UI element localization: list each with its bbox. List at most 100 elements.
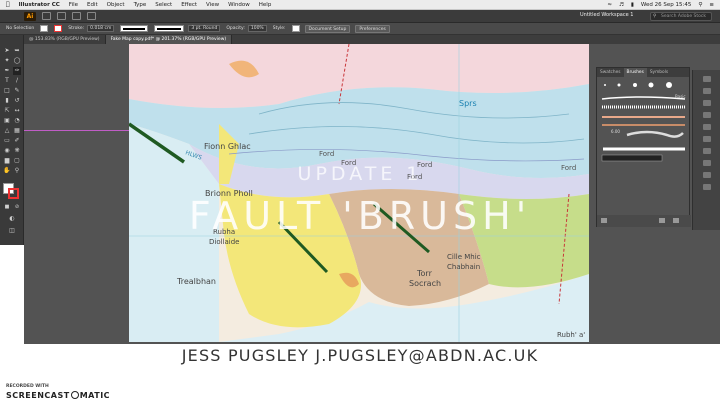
menu-type[interactable]: Type <box>134 2 147 8</box>
battery-icon[interactable]: ▮ <box>631 2 634 8</box>
arrange-documents-icon[interactable] <box>87 12 96 20</box>
stroke-label: Stroke: <box>68 26 85 31</box>
stock-search-placeholder: Search Adobe Stock <box>661 14 707 19</box>
artboard-geological-map[interactable]: Fionn Ghlac Sprs Ford Ford Ford Ford For… <box>129 44 589 342</box>
tab-fake-map[interactable]: Fake Map copy.pdf* @ 201.37% (RGB/GPU Pr… <box>105 35 233 44</box>
free-transform-tool-icon[interactable]: ▣ <box>3 117 11 125</box>
perspective-grid-tool-icon[interactable]: △ <box>3 127 11 135</box>
stroke-swatch[interactable] <box>54 25 63 32</box>
rotate-tool-icon[interactable]: ↺ <box>13 97 21 105</box>
eyedropper-tool-icon[interactable]: ✐ <box>13 137 21 145</box>
map-label-chabhain: Chabhain <box>447 263 480 271</box>
opacity-input[interactable]: 100% <box>247 25 267 32</box>
scale-tool-icon[interactable]: ⇱ <box>3 107 11 115</box>
symbol-sprayer-tool-icon[interactable]: ❋ <box>13 147 21 155</box>
stock-search-input[interactable]: ⚲ Search Adobe Stock <box>650 12 712 21</box>
lasso-tool-icon[interactable]: ◯ <box>13 57 21 65</box>
pen-tool-icon[interactable]: ✒ <box>3 67 11 75</box>
tab-brushes[interactable]: Brushes <box>623 68 647 77</box>
menu-object[interactable]: Object <box>107 2 125 8</box>
graphic-styles-panel-icon[interactable] <box>703 148 711 154</box>
map-label-rubh-a: Rubh' a' <box>557 331 585 339</box>
brush-dot-5[interactable] <box>666 82 672 88</box>
menu-help[interactable]: Help <box>259 2 272 8</box>
eraser-tool-icon[interactable]: ▮ <box>3 97 11 105</box>
brush-dot-3[interactable] <box>633 83 637 87</box>
blend-tool-icon[interactable]: ◉ <box>3 147 11 155</box>
direct-selection-tool-icon[interactable]: ➥ <box>13 47 21 55</box>
width-tool-icon[interactable]: ↔ <box>13 107 21 115</box>
brush-dropdown[interactable]: 3 pt. Round <box>188 25 221 32</box>
document-setup-button[interactable]: Document Setup <box>304 24 351 33</box>
tab-document-1[interactable]: @ 153.83% (RGB/GPU Preview) <box>24 35 106 44</box>
stroke-weight-input[interactable]: 0.018 cm <box>87 25 115 32</box>
brush-stroke-1[interactable] <box>601 96 686 100</box>
gradient-tool-icon[interactable]: ▭ <box>3 137 11 145</box>
map-label-sprs: Sprs <box>459 99 477 108</box>
panel-tabs: Swatches Brushes Symbols <box>597 68 689 77</box>
preferences-button[interactable]: Preferences <box>355 24 390 33</box>
brush-selected[interactable] <box>601 154 663 162</box>
shape-builder-tool-icon[interactable]: ◔ <box>13 117 21 125</box>
mesh-tool-icon[interactable]: ▦ <box>13 127 21 135</box>
color-panel-icon[interactable] <box>703 76 711 82</box>
wifi-icon[interactable]: ≈ <box>607 2 612 8</box>
map-label-torr: Torr <box>416 269 433 278</box>
fill-swatch[interactable] <box>40 25 49 32</box>
selection-status: No Selection <box>6 26 35 31</box>
color-guide-panel-icon[interactable] <box>703 88 711 94</box>
watermark-brand-pre: SCREENCAST <box>6 391 70 400</box>
brush-dot-1[interactable] <box>604 84 606 86</box>
tab-symbols[interactable]: Symbols <box>647 68 671 77</box>
overlay-title: FAULT 'BRUSH' <box>188 194 532 238</box>
watermark-brand-post: MATIC <box>79 391 111 400</box>
style-swatch[interactable] <box>291 25 300 32</box>
brush-dot-4[interactable] <box>648 82 654 88</box>
stroke-panel-icon[interactable] <box>703 100 711 106</box>
line-tool-icon[interactable]: ∕ <box>13 77 21 85</box>
overlay-subtitle: UPDATE 1 <box>297 163 423 185</box>
apple-icon[interactable]:  <box>6 1 10 8</box>
volume-icon[interactable]: ♬ <box>619 2 624 8</box>
map-label-diollaide: Diollaide <box>209 238 240 246</box>
variable-width-profile[interactable] <box>120 25 149 32</box>
menu-view[interactable]: View <box>206 2 219 8</box>
type-tool-icon[interactable]: T <box>3 77 11 85</box>
control-bar: No Selection Stroke: 0.018 cm 3 pt. Roun… <box>0 23 720 35</box>
rectangle-tool-icon[interactable]: □ <box>3 87 11 95</box>
menu-file[interactable]: File <box>69 2 78 8</box>
gradient-panel-icon[interactable] <box>703 112 711 118</box>
bridge-icon[interactable] <box>42 12 51 20</box>
menu-edit[interactable]: Edit <box>87 2 98 8</box>
stock-icon[interactable] <box>57 12 66 20</box>
menu-select[interactable]: Select <box>155 2 172 8</box>
gpu-performance-icon[interactable] <box>72 12 81 20</box>
brush-dot-2[interactable] <box>617 83 621 87</box>
screencast-o-matic-logo: SCREENCAST MATIC <box>6 391 110 400</box>
screen:  Illustrator CC File Edit Object Type S… <box>0 0 720 404</box>
spotlight-search-icon[interactable]: ⚲ <box>698 2 702 8</box>
opacity-label: Opacity: <box>226 26 245 31</box>
map-label-trealbhan: Trealbhan <box>176 277 216 286</box>
menubar-status: ≈ ♬ ▮ Wed 26 Sep 15:45 ⚲ ≡ <box>607 0 714 10</box>
workspace-switcher[interactable]: Untitled Workspace 1 <box>580 12 633 18</box>
brush-definition[interactable] <box>154 25 185 32</box>
app-bar: Ai Untitled Workspace 1 ⚲ Search Adobe S… <box>0 10 720 23</box>
guide-line[interactable] <box>24 130 129 131</box>
map-label-fionn-ghlac: Fionn Ghlac <box>204 142 251 151</box>
transparency-panel-icon[interactable] <box>703 124 711 130</box>
pencil-tool-icon[interactable]: ✎ <box>13 87 21 95</box>
appearance-panel-icon[interactable] <box>703 136 711 142</box>
clock[interactable]: Wed 26 Sep 15:45 <box>641 2 691 8</box>
menu-effect[interactable]: Effect <box>181 2 197 8</box>
notification-center-icon[interactable]: ≡ <box>709 2 714 8</box>
recorded-with-label: RECORDED WITH <box>6 384 49 389</box>
brush-stroke-5[interactable] <box>626 130 684 138</box>
magic-wand-tool-icon[interactable]: ✦ <box>3 57 11 65</box>
paintbrush-tool-icon[interactable]: ✑ <box>13 67 21 75</box>
menu-window[interactable]: Window <box>228 2 250 8</box>
brush-size-label: 6.00 <box>611 129 620 134</box>
menu-app-name[interactable]: Illustrator CC <box>19 2 60 8</box>
selection-tool-icon[interactable]: ➤ <box>3 47 11 55</box>
tab-swatches[interactable]: Swatches <box>597 68 624 77</box>
